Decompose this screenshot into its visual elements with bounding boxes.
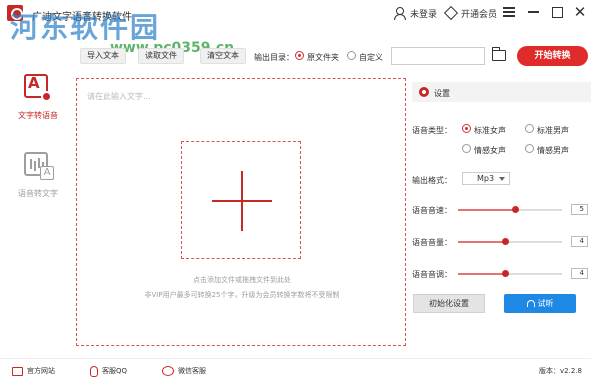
vip-button[interactable]: 开通会员	[444, 5, 497, 21]
custom-folder-label: 自定义	[359, 53, 383, 62]
drop-hint: 点击添加文件或拖拽文件到此处	[193, 276, 291, 284]
gear-icon	[419, 87, 429, 97]
start-convert-button[interactable]: 开始转换	[517, 46, 588, 66]
source-folder-label: 原文件夹	[307, 53, 339, 62]
sidebar-item-text-to-speech[interactable]: A 文字转语音	[0, 72, 76, 132]
listen-label: 试听	[537, 299, 554, 308]
menu-icon[interactable]	[501, 4, 517, 20]
speed-slider-fill	[458, 209, 516, 211]
pitch-slider[interactable]	[458, 270, 562, 277]
user-icon	[393, 6, 406, 20]
volume-value[interactable]: 4	[571, 236, 588, 247]
title-bar: 广迪文字语音转换软件 河东软件园 未登录 开通会员 ✕	[0, 0, 591, 44]
minimize-icon[interactable]	[525, 4, 541, 20]
maximize-icon[interactable]	[549, 4, 565, 20]
voice-radio-emotional-male[interactable]	[525, 144, 534, 153]
custom-folder-radio[interactable]	[347, 51, 356, 60]
voice-option-label: 标准男声	[537, 126, 569, 135]
speed-value[interactable]: 5	[571, 204, 588, 215]
wechat-icon	[162, 366, 174, 376]
speed-slider-knob[interactable]	[512, 206, 520, 213]
settings-panel: 设置 语音类型： 标准女声 标准男声 情感女声 情感男声 输出格式： Mp3 语…	[412, 78, 591, 346]
voice-option-label: 标准女声	[474, 126, 506, 135]
sidebar-item-label: 文字转语音	[18, 111, 58, 120]
voice-radio-emotional-female[interactable]	[462, 144, 471, 153]
qq-support-link[interactable]: 客服QQ	[90, 365, 127, 377]
plus-icon-vertical	[241, 171, 243, 231]
settings-header: 设置	[412, 82, 591, 102]
volume-slider-fill	[458, 241, 505, 243]
footer: 官方网站 客服QQ 微信客服 版本：v2.2.8	[0, 358, 591, 381]
source-folder-radio[interactable]	[295, 51, 304, 60]
website-link[interactable]: 官方网站	[12, 365, 55, 377]
version-label: 版本：v2.2.8	[539, 367, 582, 375]
reset-settings-button[interactable]: 初始化设置	[413, 294, 485, 313]
voice-type-label: 语音类型：	[412, 126, 452, 135]
toolbar: 导入文本 读取文件 清空文本 输出目录： 原文件夹 自定义 开始转换	[76, 45, 591, 67]
qq-icon	[90, 365, 98, 377]
website-label: 官方网站	[27, 367, 55, 375]
listen-button[interactable]: 试听	[504, 294, 576, 313]
voice-option-label: 情感男声	[537, 146, 569, 155]
settings-title: 设置	[434, 89, 450, 98]
format-label: 输出格式：	[412, 176, 452, 185]
sidebar-item-label: 语音转文字	[18, 189, 58, 198]
pitch-slider-knob[interactable]	[501, 270, 509, 277]
speech-to-text-icon: A	[24, 152, 54, 180]
voice-radio-standard-female[interactable]	[462, 124, 471, 133]
sidebar-item-speech-to-text[interactable]: A 语音转文字	[0, 150, 76, 210]
output-dir-label: 输出目录：	[254, 53, 294, 62]
login-label: 未登录	[410, 9, 438, 20]
volume-slider-knob[interactable]	[501, 238, 509, 245]
read-file-button[interactable]: 读取文件	[138, 48, 184, 64]
monitor-icon	[12, 366, 23, 376]
clear-text-button[interactable]: 清空文本	[200, 48, 246, 64]
pitch-slider-fill	[458, 273, 505, 275]
format-select[interactable]: Mp3	[462, 172, 510, 185]
output-path-input[interactable]	[391, 47, 485, 65]
limit-hint: 非VIP用户最多可转换25个字，升级为会员转换字数将不受限制	[144, 291, 340, 299]
pitch-label: 语音音调：	[412, 270, 452, 279]
text-to-speech-icon: A	[24, 74, 52, 102]
text-editor[interactable]: 请在此输入文字... 点击添加文件或拖拽文件到此处 非VIP用户最多可转换25个…	[76, 78, 406, 346]
vip-label: 开通会员	[461, 9, 498, 20]
wechat-support-link[interactable]: 微信客服	[162, 365, 206, 377]
close-icon[interactable]: ✕	[572, 3, 588, 21]
speed-label: 语音音速：	[412, 206, 452, 215]
diamond-icon	[444, 7, 457, 19]
qq-label: 客服QQ	[102, 367, 128, 375]
headphone-icon	[526, 300, 535, 307]
voice-radio-standard-male[interactable]	[525, 124, 534, 133]
volume-label: 语音音量：	[412, 238, 452, 247]
folder-icon[interactable]	[491, 47, 506, 61]
login-button[interactable]: 未登录	[393, 5, 437, 21]
import-text-button[interactable]: 导入文本	[80, 48, 126, 64]
add-file-dropzone[interactable]	[181, 141, 301, 259]
wechat-label: 微信客服	[178, 367, 206, 375]
voice-option-label: 情感女声	[474, 146, 506, 155]
speed-slider[interactable]	[458, 206, 562, 213]
volume-slider[interactable]	[458, 238, 562, 245]
editor-placeholder: 请在此输入文字...	[87, 92, 151, 101]
pitch-value[interactable]: 4	[571, 268, 588, 279]
sidebar: A 文字转语音 A 语音转文字	[0, 66, 76, 348]
